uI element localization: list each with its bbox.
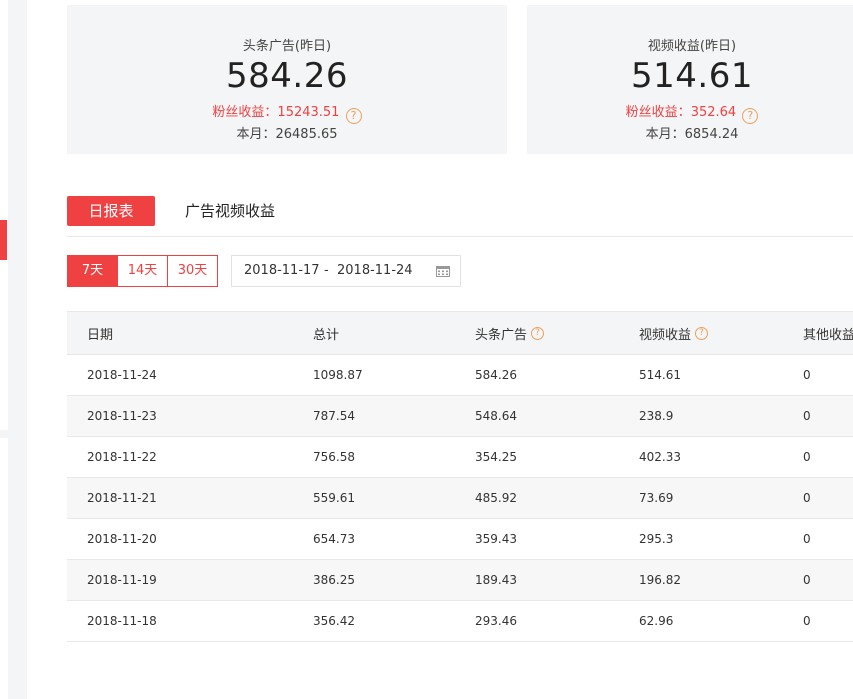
- range-7-days-button[interactable]: 7天: [67, 255, 118, 287]
- cell-date: 2018-11-18: [87, 614, 157, 628]
- cell-headline-ad: 359.43: [475, 532, 517, 546]
- cell-total: 356.42: [313, 614, 355, 628]
- cell-date: 2018-11-22: [87, 450, 157, 464]
- cell-date: 2018-11-24: [87, 368, 157, 382]
- cell-other-income: 0: [803, 368, 811, 382]
- fans-label: 粉丝收益：: [625, 105, 691, 120]
- left-sidebar: [0, 0, 8, 699]
- fans-value: 15243.51: [277, 105, 340, 120]
- headline-ad-card: 头条广告(昨日) 584.26 粉丝收益：15243.51 ? 本月：26485…: [67, 5, 507, 154]
- calendar-icon[interactable]: [436, 265, 450, 277]
- question-circle-icon[interactable]: ?: [695, 326, 709, 340]
- table-row: 2018-11-22 756.58 354.25 402.33 0: [67, 437, 853, 478]
- daily-report-table: 日期 总计 头条广告? 视频收益? 其他收益 2018-11-24 1098.8…: [67, 311, 853, 642]
- date-start: 2018-11-17: [244, 263, 320, 278]
- header-label: 视频收益: [639, 327, 692, 343]
- table-row: 2018-11-23 787.54 548.64 238.9 0: [67, 396, 853, 437]
- question-circle-icon[interactable]: ?: [345, 108, 362, 124]
- card-value: 514.61: [631, 56, 753, 96]
- tab-daily-report[interactable]: 日报表: [67, 196, 155, 226]
- card-month-income: 本月：26485.65: [67, 123, 507, 142]
- cell-date: 2018-11-19: [87, 573, 157, 587]
- cell-other-income: 0: [803, 532, 811, 546]
- video-income-card: 视频收益(昨日) 514.61 粉丝收益：352.64 ? 本月：6854.24: [527, 5, 853, 154]
- month-label: 本月：: [236, 127, 276, 142]
- card-title: 头条广告(昨日): [242, 39, 332, 54]
- cell-video-income: 402.33: [639, 450, 681, 464]
- table-row: 2018-11-19 386.25 189.43 196.82 0: [67, 560, 853, 601]
- header-video-income: 视频收益?: [639, 312, 709, 354]
- range-30-days-button[interactable]: 30天: [167, 255, 218, 287]
- fans-label: 粉丝收益：: [212, 105, 278, 120]
- cell-other-income: 0: [803, 491, 811, 505]
- month-value: 6854.24: [684, 127, 739, 142]
- month-value: 26485.65: [275, 127, 338, 142]
- cell-video-income: 62.96: [639, 614, 674, 628]
- table-row: 2018-11-20 654.73 359.43 295.3 0: [67, 519, 853, 560]
- cell-headline-ad: 293.46: [475, 614, 517, 628]
- cell-other-income: 0: [803, 614, 811, 628]
- header-label: 头条广告: [475, 327, 528, 343]
- date-end: 2018-11-24: [337, 263, 413, 278]
- month-label: 本月：: [645, 127, 685, 142]
- header-total: 总计: [313, 327, 340, 343]
- cell-total: 756.58: [313, 450, 355, 464]
- date-separator: -: [324, 263, 329, 278]
- cell-total: 654.73: [313, 532, 355, 546]
- question-circle-icon[interactable]: ?: [531, 326, 545, 340]
- table-row: 2018-11-21 559.61 485.92 73.69 0: [67, 478, 853, 519]
- cell-video-income: 238.9: [639, 409, 674, 423]
- cell-headline-ad: 485.92: [475, 491, 517, 505]
- cell-video-income: 295.3: [639, 532, 674, 546]
- tab-ad-video-income[interactable]: 广告视频收益: [185, 196, 275, 226]
- sidebar-divider: [0, 430, 8, 438]
- cell-other-income: 0: [803, 409, 811, 423]
- main-content: 头条广告(昨日) 584.26 粉丝收益：15243.51 ? 本月：26485…: [27, 0, 853, 699]
- cell-video-income: 73.69: [639, 491, 674, 505]
- cell-headline-ad: 584.26: [475, 368, 517, 382]
- cell-total: 559.61: [313, 491, 355, 505]
- sidebar-active-indicator[interactable]: [0, 220, 7, 260]
- fans-value: 352.64: [690, 105, 737, 120]
- table-row: 2018-11-24 1098.87 584.26 514.61 0: [67, 355, 853, 396]
- cell-other-income: 0: [803, 573, 811, 587]
- cell-date: 2018-11-20: [87, 532, 157, 546]
- card-month-income: 本月：6854.24: [527, 123, 853, 142]
- table-header: 日期 总计 头条广告? 视频收益? 其他收益: [67, 311, 853, 355]
- card-fans-income: 粉丝收益：15243.51 ?: [67, 101, 507, 124]
- cell-date: 2018-11-21: [87, 491, 157, 505]
- cell-total: 787.54: [313, 409, 355, 423]
- cell-video-income: 514.61: [639, 368, 681, 382]
- card-value: 584.26: [226, 56, 348, 96]
- range-14-days-button[interactable]: 14天: [117, 255, 168, 287]
- header-headline-ad: 头条广告?: [475, 312, 545, 354]
- card-title: 视频收益(昨日): [647, 39, 737, 54]
- card-fans-income: 粉丝收益：352.64 ?: [527, 101, 853, 124]
- table-row: 2018-11-18 356.42 293.46 62.96 0: [67, 601, 853, 642]
- cell-total: 386.25: [313, 573, 355, 587]
- cell-other-income: 0: [803, 450, 811, 464]
- cell-total: 1098.87: [313, 368, 363, 382]
- report-tabs: 日报表 广告视频收益: [67, 196, 853, 237]
- date-range-picker[interactable]: 2018-11-17 - 2018-11-24: [231, 255, 461, 287]
- question-circle-icon[interactable]: ?: [742, 108, 759, 124]
- header-date: 日期: [87, 327, 114, 343]
- cell-headline-ad: 548.64: [475, 409, 517, 423]
- cell-headline-ad: 189.43: [475, 573, 517, 587]
- cell-date: 2018-11-23: [87, 409, 157, 423]
- cell-headline-ad: 354.25: [475, 450, 517, 464]
- cell-video-income: 196.82: [639, 573, 681, 587]
- range-selector: 7天 14天 30天: [67, 255, 218, 287]
- header-other-income: 其他收益: [803, 327, 853, 343]
